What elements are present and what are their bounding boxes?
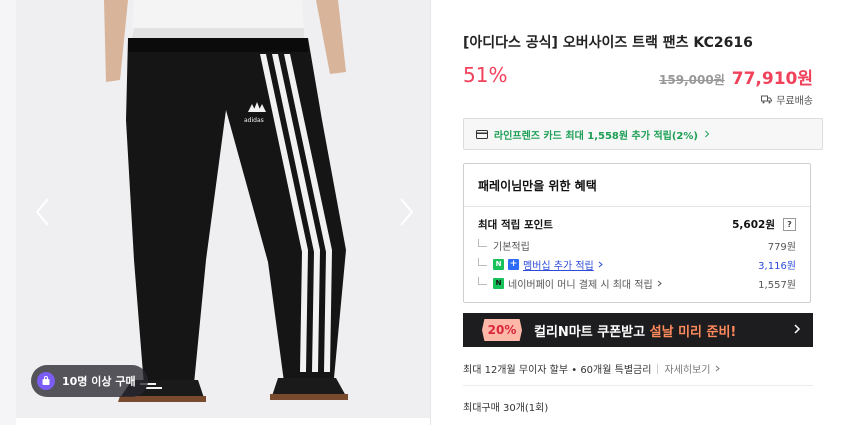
- help-icon[interactable]: ?: [783, 218, 796, 231]
- installment-more-link[interactable]: 자세히보기: [664, 361, 710, 376]
- product-title: [아디다스 공식] 오버사이즈 트랙 팬츠 KC2616: [463, 35, 753, 51]
- separator: [657, 363, 659, 374]
- max-points-label: 최대 적립 포인트: [478, 219, 553, 231]
- chevron-right-icon: [705, 130, 710, 138]
- basic-points-row: 기본적립 779원: [478, 238, 796, 253]
- max-purchase: 최대구매 30개(1회): [463, 403, 549, 414]
- chevron-left-icon: [35, 198, 49, 226]
- next-image-arrow[interactable]: [394, 196, 418, 228]
- banner-percent: 20%: [482, 319, 522, 341]
- npay-points-label[interactable]: 네이버페이 머니 결제 시 최대 적립: [508, 276, 653, 291]
- npay-points-row: N 네이버페이 머니 결제 시 최대 적립 1,557원: [478, 276, 796, 291]
- npay-points-value: 1,557원: [758, 280, 796, 291]
- membership-link[interactable]: 멤버십 추가 적립: [523, 257, 594, 272]
- installment-text: 최대 12개월 무이자 할부 • 60개월 특별금리: [463, 365, 652, 376]
- original-price: 159,000원: [659, 73, 725, 87]
- product-info-panel: [아디다스 공식] 오버사이즈 트랙 팬츠 KC2616 51% 159,000…: [431, 0, 849, 425]
- product-image: adidas: [104, 0, 348, 402]
- chevron-right-icon: [598, 261, 603, 268]
- naver-pay-icon: N: [493, 278, 504, 289]
- coupon-banner[interactable]: 20% 컬리N마트 쿠폰받고 설날 미리 준비!: [463, 313, 813, 347]
- benefit-box: 패레이님만을 위한 혜택 최대 적립 포인트 5,602원 ? 기본적립 779…: [463, 163, 811, 303]
- credit-card-icon: [476, 129, 488, 139]
- divider: [463, 385, 813, 386]
- installment-info: 최대 12개월 무이자 할부 • 60개월 특별금리 자세히보기: [463, 361, 721, 376]
- tree-connector: [478, 239, 487, 247]
- truck-icon: [761, 95, 773, 104]
- sale-price: 77,910원: [731, 69, 813, 89]
- discount-rate: 51%: [463, 63, 508, 87]
- card-promo-text: 라인프렌즈 카드 최대 1,558원 추가 적립(2%): [494, 130, 698, 142]
- chevron-right-icon: [794, 324, 801, 334]
- max-points-row: 최대 적립 포인트 5,602원 ?: [478, 217, 796, 232]
- basic-points-label: 기본적립: [493, 242, 530, 253]
- benefit-title: 패레이님만을 위한 혜택: [478, 179, 597, 193]
- banner-text: 컬리N마트 쿠폰받고: [534, 324, 650, 340]
- purchase-count-badge: 10명 이상 구매: [31, 365, 148, 397]
- shopping-bag-icon: [37, 372, 55, 390]
- left-gutter: [0, 0, 16, 425]
- benefit-divider: [464, 206, 810, 207]
- shipping-info: 무료배송: [761, 92, 813, 107]
- banner-highlight: 설날 미리 준비!: [649, 324, 737, 340]
- shipping-text: 무료배송: [776, 96, 813, 107]
- tree-connector: [478, 277, 487, 285]
- purchase-count-text: 10명 이상 구매: [62, 375, 136, 388]
- naver-n-icon: N: [493, 259, 504, 270]
- membership-points-row: N + 멤버십 추가 적립 3,116원: [478, 257, 796, 272]
- product-image-gallery[interactable]: adidas 10명 이상 구매: [16, 0, 430, 418]
- pants-logo-text: adidas: [244, 117, 264, 124]
- prev-image-arrow[interactable]: [31, 196, 55, 228]
- card-promo-button[interactable]: 라인프렌즈 카드 최대 1,558원 추가 적립(2%): [463, 118, 823, 150]
- membership-points-value: 3,116원: [758, 261, 796, 272]
- price-group: 159,000원 77,910원: [659, 64, 813, 89]
- chevron-right-icon: [716, 365, 721, 372]
- tree-connector: [478, 258, 487, 266]
- plus-icon: +: [508, 259, 519, 270]
- chevron-right-icon: [657, 280, 662, 287]
- max-points-value: 5,602원: [732, 219, 775, 231]
- chevron-right-icon: [400, 198, 414, 226]
- basic-points-value: 779원: [767, 242, 796, 253]
